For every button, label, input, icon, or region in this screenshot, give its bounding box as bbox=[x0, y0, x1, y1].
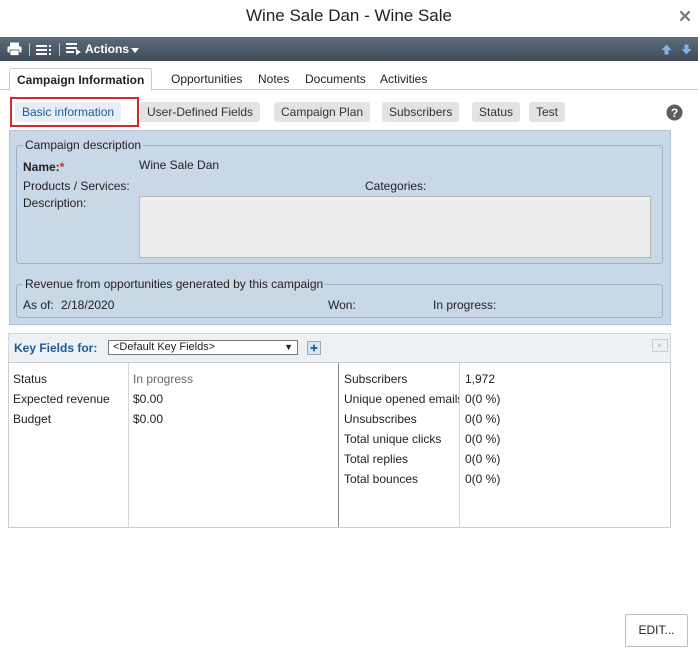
list-settings-icon bbox=[66, 43, 81, 55]
field-value: 0(0 %) bbox=[465, 452, 501, 466]
close-icon[interactable] bbox=[678, 9, 692, 23]
categories-label: Categories: bbox=[365, 179, 427, 193]
key-fields-table: Status In progress Expected revenue $0.0… bbox=[8, 362, 671, 528]
subtab-status[interactable]: Status bbox=[472, 102, 521, 122]
tab-notes[interactable]: Notes bbox=[251, 68, 296, 90]
field-value: 0(0 %) bbox=[465, 472, 501, 486]
as-of-label: As of: bbox=[23, 298, 54, 312]
svg-text:?: ? bbox=[671, 106, 678, 120]
field-label: Total unique clicks bbox=[344, 432, 442, 446]
field-label: Unique opened emails bbox=[344, 392, 459, 406]
column-divider bbox=[459, 363, 460, 527]
field-label: Total replies bbox=[344, 452, 409, 466]
key-fields-bar: Key Fields for: <Default Key Fields> ▼ bbox=[8, 333, 671, 362]
field-value: 0(0 %) bbox=[465, 412, 501, 426]
key-fields-selected: <Default Key Fields> bbox=[113, 341, 216, 353]
field-value: In progress bbox=[133, 372, 194, 386]
list-view-button[interactable] bbox=[36, 37, 52, 61]
column-divider bbox=[338, 363, 339, 527]
revenue-legend: Revenue from opportunities generated by … bbox=[23, 277, 326, 291]
key-fields-label: Key Fields for: bbox=[14, 341, 98, 355]
subtab-user-defined-fields[interactable]: User-Defined Fields bbox=[140, 102, 261, 122]
field-value: $0.00 bbox=[133, 392, 164, 406]
field-value: 1,972 bbox=[465, 372, 496, 386]
actions-label: Actions bbox=[85, 42, 130, 56]
key-fields-select[interactable]: <Default Key Fields> ▼ bbox=[108, 340, 298, 355]
description-label: Description: bbox=[23, 196, 87, 210]
actions-menu[interactable]: Actions bbox=[66, 37, 140, 61]
subtab-test[interactable]: Test bbox=[529, 102, 566, 122]
edit-button[interactable]: EDIT... bbox=[625, 614, 688, 647]
in-progress-label: In progress: bbox=[433, 298, 497, 312]
list-icon bbox=[36, 45, 51, 55]
chevron-down-icon bbox=[131, 48, 140, 53]
tab-activities[interactable]: Activities bbox=[373, 68, 434, 90]
products-services-label: Products / Services: bbox=[23, 179, 130, 193]
main-tabs: Campaign Information Opportunities Notes… bbox=[0, 63, 698, 91]
add-icon[interactable] bbox=[307, 341, 321, 355]
field-label: Expected revenue bbox=[13, 392, 110, 406]
field-label: Subscribers bbox=[344, 372, 408, 386]
arrow-up-icon bbox=[661, 44, 672, 54]
move-up-button[interactable] bbox=[661, 37, 672, 61]
subtab-subscribers[interactable]: Subscribers bbox=[382, 102, 460, 122]
required-marker: * bbox=[59, 160, 65, 174]
tab-documents[interactable]: Documents bbox=[298, 68, 373, 90]
print-icon bbox=[7, 42, 22, 56]
field-label: Total bounces bbox=[344, 472, 419, 486]
window-title: Wine Sale Dan - Wine Sale bbox=[246, 6, 452, 25]
as-of-value: 2/18/2020 bbox=[61, 298, 115, 312]
toolbar-separator bbox=[59, 43, 60, 56]
tab-campaign-information[interactable]: Campaign Information bbox=[9, 68, 153, 91]
move-down-button[interactable] bbox=[681, 37, 692, 61]
name-value: Wine Sale Dan bbox=[139, 158, 220, 172]
panel-icon[interactable] bbox=[652, 339, 668, 352]
field-label: Budget bbox=[13, 412, 52, 426]
toolbar-separator bbox=[29, 43, 30, 56]
name-label: Name:* bbox=[23, 160, 65, 174]
field-value: 0(0 %) bbox=[465, 432, 501, 446]
help-icon[interactable]: ? bbox=[666, 104, 683, 121]
won-label: Won: bbox=[328, 298, 356, 312]
field-value: $0.00 bbox=[133, 412, 164, 426]
selection-highlight bbox=[10, 97, 139, 127]
toolbar: Actions bbox=[0, 37, 698, 61]
field-label: Unsubscribes bbox=[344, 412, 417, 426]
arrow-down-icon bbox=[681, 44, 692, 54]
tab-opportunities[interactable]: Opportunities bbox=[164, 68, 249, 90]
column-divider bbox=[128, 363, 129, 527]
print-button[interactable] bbox=[7, 37, 22, 61]
title-bar: Wine Sale Dan - Wine Sale bbox=[0, 0, 698, 34]
description-field[interactable] bbox=[139, 196, 651, 258]
subtab-campaign-plan[interactable]: Campaign Plan bbox=[274, 102, 371, 122]
field-value: 0(0 %) bbox=[465, 392, 501, 406]
campaign-description-legend: Campaign description bbox=[23, 138, 144, 152]
field-label: Status bbox=[13, 372, 48, 386]
chevron-down-icon: ▼ bbox=[284, 342, 293, 352]
